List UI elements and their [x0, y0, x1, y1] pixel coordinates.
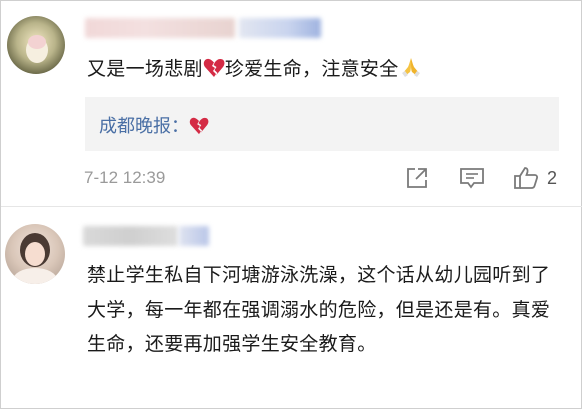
comment-timestamp: 7-12 12:39: [84, 168, 166, 187]
like-button[interactable]: [513, 166, 539, 190]
avatar[interactable]: [7, 16, 65, 74]
username-blurred[interactable]: [85, 18, 235, 38]
user-badge-blurred: [179, 226, 209, 246]
share-button[interactable]: [405, 166, 429, 190]
comment-text: 禁止学生私自下河塘游泳洗澡，这个话从幼儿园听到了大学，每一年都在强调溺水的危险，…: [87, 264, 551, 355]
thumbs-up-icon: [514, 167, 539, 189]
user-badge-blurred: [239, 18, 321, 38]
praying-hands-icon: [399, 56, 423, 88]
like-count: 2: [547, 168, 558, 188]
comment-icon: [460, 168, 484, 189]
comment-list: 又是一场悲剧 珍爱生命，注意安全 成都晚报： 7-12 12:39 2 禁止学生…: [0, 0, 582, 409]
broken-heart-icon: [189, 117, 209, 140]
reply-author-link[interactable]: 成都晚报: [99, 116, 171, 137]
avatar[interactable]: [5, 224, 65, 284]
username-blurred[interactable]: [83, 226, 178, 246]
reply-preview[interactable]: 成都晚报：: [85, 97, 559, 151]
reply-separator: ：: [171, 116, 189, 137]
comment-text: 又是一场悲剧 珍爱生命，注意安全: [87, 53, 567, 88]
reply-button[interactable]: [459, 166, 485, 190]
broken-heart-icon: [203, 56, 225, 88]
comment-divider: [1, 206, 582, 207]
share-icon: [407, 168, 427, 188]
